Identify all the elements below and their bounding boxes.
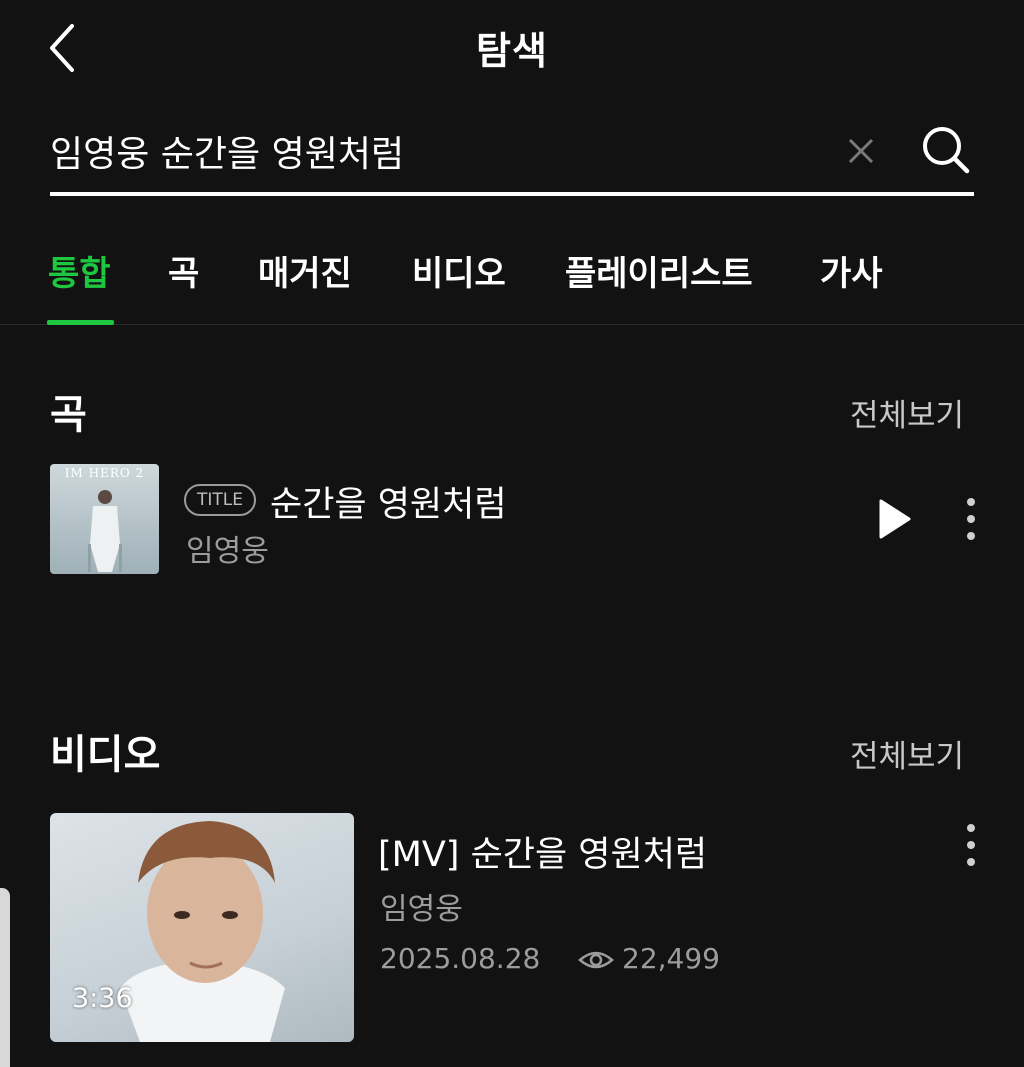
play-icon bbox=[879, 499, 911, 539]
search-icon bbox=[923, 127, 970, 174]
video-thumbnail[interactable]: 3:36 bbox=[50, 813, 354, 1042]
video-date: 2025.08.28 bbox=[380, 942, 541, 975]
tab-bar: 통합 곡 매거진 비디오 플레이리스트 가사 bbox=[0, 220, 1024, 325]
video-artist[interactable]: 임영웅 bbox=[380, 884, 463, 928]
close-icon bbox=[848, 138, 874, 164]
eye-icon bbox=[578, 944, 614, 976]
more-vertical-icon bbox=[967, 498, 975, 540]
search-underline bbox=[50, 192, 974, 196]
video-duration: 3:36 bbox=[72, 983, 133, 1014]
active-tab-indicator bbox=[47, 320, 114, 325]
tab-all[interactable]: 통합 bbox=[48, 246, 111, 295]
tab-lyrics[interactable]: 가사 bbox=[820, 246, 883, 295]
tab-video[interactable]: 비디오 bbox=[412, 246, 506, 295]
video-title[interactable]: [MV] 순간을 영원처럼 bbox=[378, 826, 707, 877]
tab-songs[interactable]: 곡 bbox=[168, 246, 199, 295]
video-more-button[interactable] bbox=[956, 820, 986, 870]
songs-section-title: 곡 bbox=[50, 392, 87, 438]
page-title: 탐색 bbox=[476, 29, 548, 73]
videos-see-all-link[interactable]: 전체보기 bbox=[850, 731, 964, 776]
videos-section-title: 비디오 bbox=[50, 732, 161, 778]
search-bar bbox=[50, 110, 974, 196]
song-artist[interactable]: 임영웅 bbox=[186, 526, 269, 570]
search-button[interactable] bbox=[918, 122, 974, 178]
tab-playlist[interactable]: 플레이리스트 bbox=[565, 246, 753, 295]
title-badge: TITLE bbox=[184, 484, 256, 516]
edge-handle[interactable] bbox=[0, 888, 10, 1067]
tab-magazine[interactable]: 매거진 bbox=[258, 246, 352, 295]
song-more-button[interactable] bbox=[956, 494, 986, 544]
more-vertical-icon bbox=[967, 824, 975, 866]
album-art-figure bbox=[88, 490, 122, 572]
search-input[interactable] bbox=[50, 128, 810, 174]
album-art[interactable]: IM HERO 2 bbox=[50, 464, 159, 574]
clear-search-button[interactable] bbox=[842, 132, 880, 170]
song-title[interactable]: 순간을 영원처럼 bbox=[270, 476, 507, 527]
view-count: 22,499 bbox=[622, 942, 720, 975]
songs-see-all-link[interactable]: 전체보기 bbox=[850, 390, 964, 435]
play-button[interactable] bbox=[868, 494, 918, 544]
